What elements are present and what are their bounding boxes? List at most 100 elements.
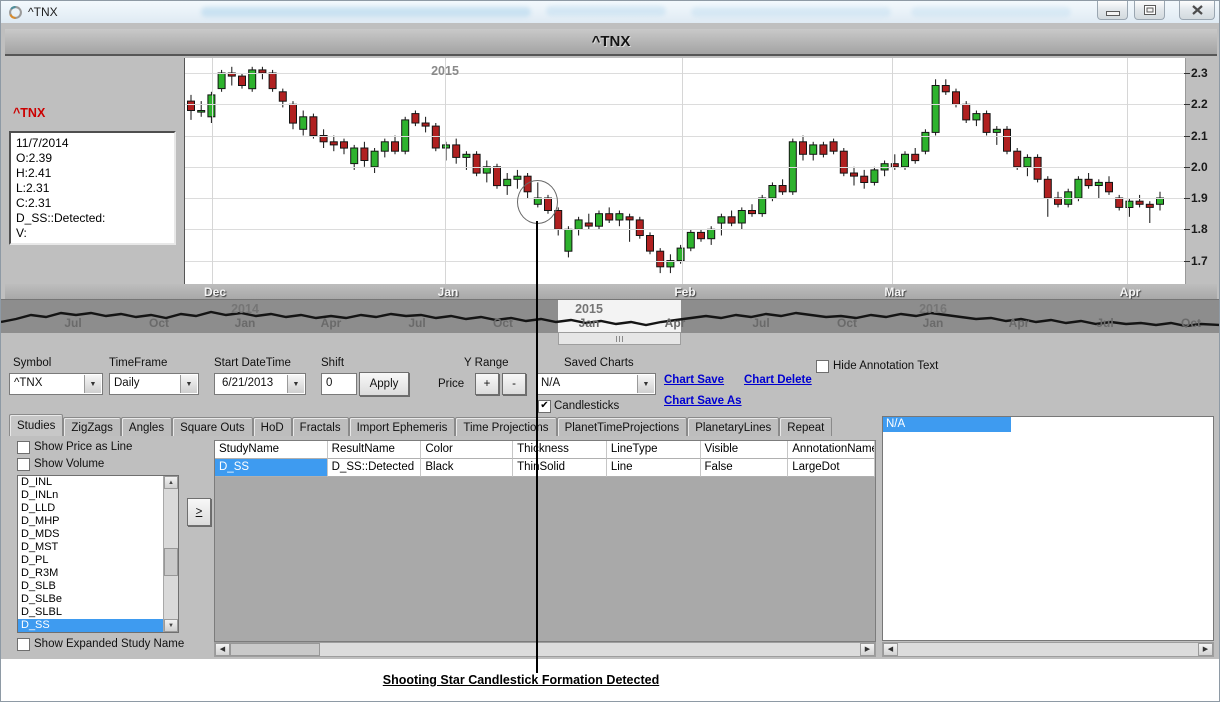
timeframe-combobox[interactable]: Daily▼ xyxy=(109,373,199,395)
table-cell[interactable]: Black xyxy=(421,459,513,477)
table-header-cell[interactable]: StudyName xyxy=(215,441,328,459)
show-price-as-line-checkbox[interactable] xyxy=(17,441,30,454)
start-datetime-picker[interactable]: 6/21/2013▼ xyxy=(214,373,306,395)
table-header-cell[interactable]: AnnotationName xyxy=(788,441,875,459)
add-study-button[interactable]: > xyxy=(187,498,211,526)
candle xyxy=(657,251,664,267)
candle xyxy=(1034,157,1041,179)
table-header-cell[interactable]: Visible xyxy=(701,441,789,459)
y-range-minus-button[interactable]: - xyxy=(502,373,526,395)
candle xyxy=(422,123,429,126)
tab-import-ephemeris[interactable]: Import Ephemeris xyxy=(349,417,456,436)
candle xyxy=(647,236,654,252)
scroll-up-icon[interactable]: ▲ xyxy=(164,476,178,489)
title-bar[interactable]: ^TNX xyxy=(1,1,1220,24)
chart-title: ^TNX xyxy=(5,33,1217,50)
annotation-list-scrollbar[interactable]: ◀ ▶ xyxy=(882,642,1214,657)
show-volume-checkbox[interactable] xyxy=(17,458,30,471)
table-cell[interactable]: False xyxy=(701,459,789,477)
apply-button[interactable]: Apply xyxy=(359,372,409,396)
navigator-scrollbar[interactable] xyxy=(558,332,681,345)
table-row[interactable]: D_SSD_SS::DetectedBlackThinSolidLineFals… xyxy=(215,459,875,477)
table-cell[interactable]: LargeDot xyxy=(788,459,875,477)
gridline xyxy=(892,58,893,284)
tab-zigzags[interactable]: ZigZags xyxy=(63,417,121,436)
tab-time-projections[interactable]: Time Projections xyxy=(455,417,556,436)
candle xyxy=(636,220,643,236)
study-list-item[interactable]: D_SLBe xyxy=(18,593,164,606)
tab-square-outs[interactable]: Square Outs xyxy=(172,417,253,436)
scroll-down-icon[interactable]: ▼ xyxy=(164,619,178,632)
tab-planettimeprojections[interactable]: PlanetTimeProjections xyxy=(557,417,688,436)
study-list-scrollbar[interactable]: ▲ ▼ xyxy=(163,476,178,632)
table-header-cell[interactable]: Color xyxy=(421,441,513,459)
candle xyxy=(300,117,307,130)
tab-planetarylines[interactable]: PlanetaryLines xyxy=(687,417,779,436)
chart-delete-link[interactable]: Chart Delete xyxy=(744,374,812,386)
study-list-item[interactable]: D_SLB xyxy=(18,580,164,593)
table-header-cell[interactable]: ResultName xyxy=(328,441,422,459)
chart-save-link[interactable]: Chart Save xyxy=(664,374,724,386)
candle xyxy=(953,92,960,105)
candlestick-plot[interactable]: 2015 xyxy=(184,58,1186,284)
scroll-left-icon[interactable]: ◀ xyxy=(215,643,230,656)
annotation-listbox[interactable]: N/A xyxy=(882,416,1214,641)
x-axis-month-band: DecJanFebMarApr xyxy=(5,284,1217,299)
study-list-item[interactable]: D_SLBL xyxy=(18,606,164,619)
gridline xyxy=(185,167,1185,168)
chevron-down-icon[interactable]: ▼ xyxy=(637,375,654,393)
study-list-item[interactable]: D_R3M xyxy=(18,567,164,580)
candlesticks-checkbox[interactable]: ✔ xyxy=(538,400,551,413)
y-range-plus-button[interactable]: + xyxy=(475,373,499,395)
study-list-item[interactable]: D_INL xyxy=(18,476,164,489)
table-header-cell[interactable]: LineType xyxy=(607,441,701,459)
navigator-month-label: Jul xyxy=(408,316,425,330)
tab-fractals[interactable]: Fractals xyxy=(292,417,349,436)
study-list-item[interactable]: D_PL xyxy=(18,554,164,567)
study-list-item[interactable]: D_LLD xyxy=(18,502,164,515)
hide-annotation-text-checkbox[interactable] xyxy=(816,360,829,373)
scrollbar-thumb[interactable] xyxy=(164,548,178,576)
scroll-right-icon[interactable]: ▶ xyxy=(1198,643,1213,656)
table-cell[interactable]: D_SS::Detected xyxy=(328,459,422,477)
saved-charts-combobox[interactable]: N/A▼ xyxy=(536,373,656,395)
navigator-month-label: Oct xyxy=(493,316,513,330)
app-window: ^TNX ^TNX ^TNX 11/7/2014O:2.39H:2.41L:2.… xyxy=(0,0,1220,702)
table-cell[interactable]: D_SS xyxy=(215,459,328,477)
symbol-combobox[interactable]: ^TNX▼ xyxy=(9,373,103,395)
study-listbox[interactable]: D_INLD_INLnD_LLDD_MHPD_MDSD_MSTD_PLD_R3M… xyxy=(17,475,179,633)
gridline xyxy=(185,104,1185,105)
start-datetime-field-label: Start DateTime xyxy=(214,357,291,369)
chart-save-as-link[interactable]: Chart Save As xyxy=(664,395,742,407)
annotation-text: Shooting Star Candlestick Formation Dete… xyxy=(301,673,741,687)
timeline-navigator[interactable]: 201420152016JulOctJanAprJulOctJanAprJulO… xyxy=(1,299,1220,333)
tab-hod[interactable]: HoD xyxy=(253,417,292,436)
study-list-item[interactable]: D_MDS xyxy=(18,528,164,541)
tab-studies[interactable]: Studies xyxy=(9,414,63,436)
study-list-item[interactable]: D_INLn xyxy=(18,489,164,502)
scroll-right-icon[interactable]: ▶ xyxy=(860,643,875,656)
scrollbar-thumb[interactable] xyxy=(230,643,320,656)
study-list-item[interactable]: D_MST xyxy=(18,541,164,554)
study-list-item[interactable]: D_MHP xyxy=(18,515,164,528)
tab-repeat[interactable]: Repeat xyxy=(779,417,832,436)
candle xyxy=(412,114,419,123)
maximize-button[interactable] xyxy=(1134,1,1165,20)
show-expanded-study-name-checkbox[interactable] xyxy=(17,638,30,651)
chevron-down-icon[interactable]: ▼ xyxy=(180,375,197,393)
table-cell[interactable]: ThinSolid xyxy=(513,459,607,477)
tab-angles[interactable]: Angles xyxy=(121,417,172,436)
minimize-button[interactable] xyxy=(1097,1,1128,20)
scroll-left-icon[interactable]: ◀ xyxy=(883,643,898,656)
study-list-item[interactable]: D_SS xyxy=(18,619,164,632)
candle xyxy=(473,154,480,173)
table-cell[interactable]: Line xyxy=(607,459,701,477)
shift-input[interactable]: 0 xyxy=(321,373,357,395)
close-button[interactable] xyxy=(1179,1,1215,20)
candlesticks xyxy=(185,58,1185,284)
table-header-cell[interactable]: Thickness xyxy=(513,441,607,459)
chevron-down-icon[interactable]: ▼ xyxy=(287,375,304,393)
chevron-down-icon[interactable]: ▼ xyxy=(84,375,101,393)
annotation-list-item[interactable]: N/A xyxy=(883,417,1011,432)
table-horizontal-scrollbar[interactable]: ◀ ▶ xyxy=(214,642,876,657)
